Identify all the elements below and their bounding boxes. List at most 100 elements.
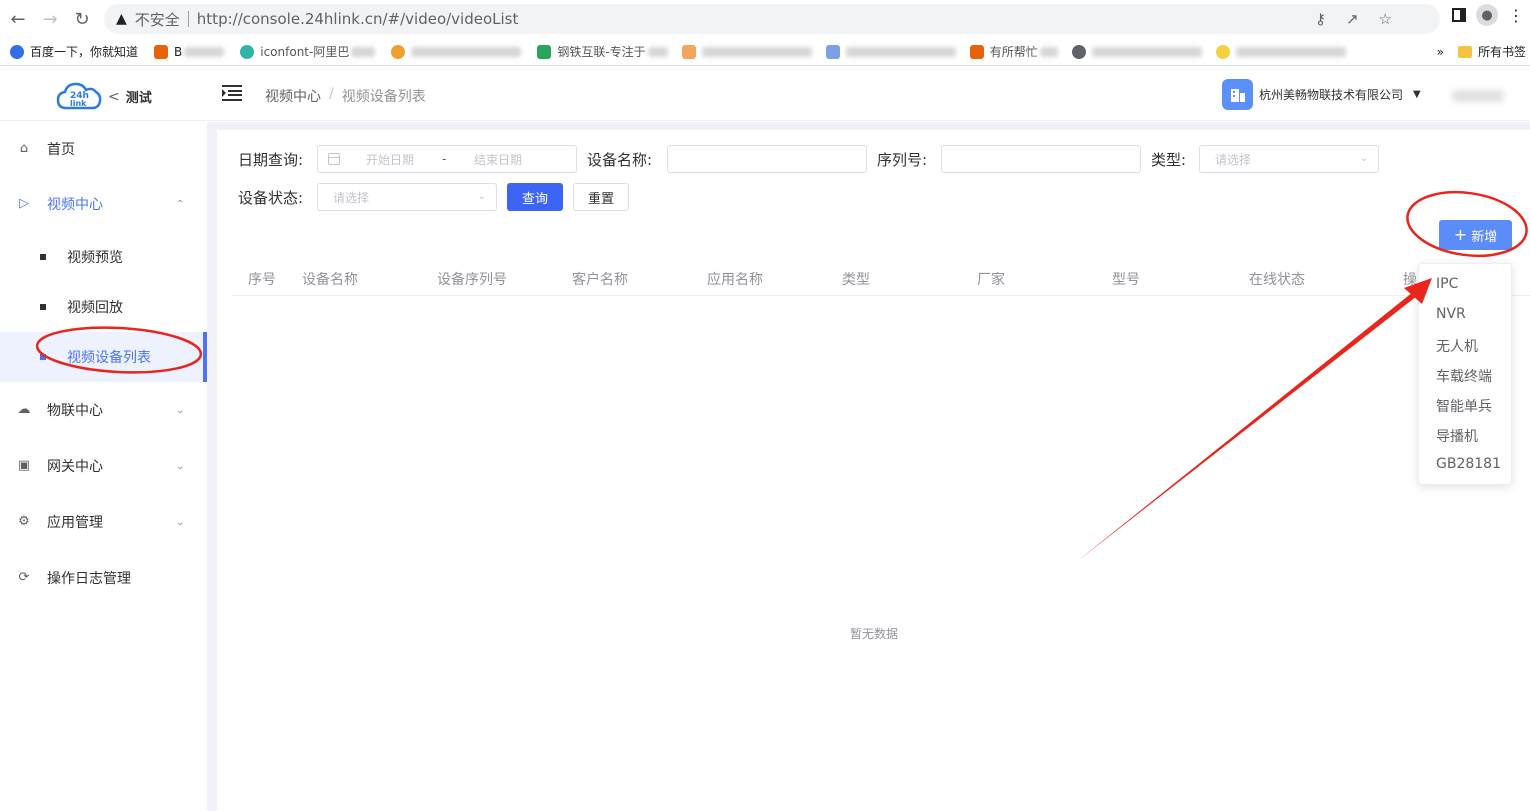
- sidebar-subitem-video-playback[interactable]: 视频回放: [0, 282, 207, 332]
- bookmark-icon: [240, 44, 255, 59]
- building-icon: [1222, 79, 1253, 110]
- sidebar-item-label: 视频回放: [67, 300, 123, 316]
- forward-icon[interactable]: →: [34, 3, 66, 35]
- column-header: 设备名称: [302, 272, 358, 288]
- reload-icon[interactable]: ↻: [66, 3, 98, 35]
- sidebar-subitem-video-preview[interactable]: 视频预览: [0, 232, 207, 282]
- bookmark-icon: [1071, 44, 1086, 59]
- breadcrumb-item: 视频设备列表: [341, 89, 426, 105]
- add-type-dropdown: IPC NVR 无人机 车载终端 智能单兵 导播机 GB28181: [1418, 263, 1512, 485]
- column-header: 序号: [248, 272, 276, 288]
- bookmarks-bar: 百度一下，你就知道 B iconfont-阿里巴 钢铁互联-专注于 有所帮忙 »…: [0, 38, 1530, 66]
- dropdown-item-ipc[interactable]: IPC: [1436, 276, 1458, 292]
- sidebar-item-iot-center[interactable]: ☁ 物联中心 ⌄: [0, 386, 207, 434]
- side-panel-icon[interactable]: [1452, 8, 1466, 22]
- chevron-down-icon: ⌄: [477, 191, 486, 202]
- dropdown-item-nvr[interactable]: NVR: [1436, 306, 1466, 322]
- bookmark-label: 有所帮忙: [989, 45, 1038, 59]
- status-select-placeholder: 请选择: [333, 190, 370, 205]
- bookmark-item[interactable]: B: [154, 44, 225, 59]
- breadcrumb: 视频中心 / 视频设备列表: [265, 86, 426, 106]
- sidebar-item-app-management[interactable]: ⚙ 应用管理 ⌄: [0, 498, 207, 546]
- sidebar-subitem-video-device-list[interactable]: 视频设备列表: [0, 332, 207, 382]
- bookmark-icon: [1215, 44, 1230, 59]
- project-switcher[interactable]: < 测试: [108, 87, 152, 107]
- bookmark-item[interactable]: [1071, 44, 1202, 59]
- profile-icon[interactable]: ●: [1476, 4, 1498, 26]
- bookmark-item[interactable]: 钢铁互联-专注于: [537, 43, 668, 60]
- sidebar-item-gateway-center[interactable]: ▣ 网关中心 ⌄: [0, 442, 207, 490]
- sidebar-item-home[interactable]: ⌂ 首页: [0, 125, 207, 173]
- bookmark-label: iconfont-阿里巴: [260, 45, 350, 59]
- column-header: 应用名称: [707, 272, 763, 288]
- add-button-label: 新增: [1471, 229, 1498, 245]
- bookmark-item[interactable]: 有所帮忙: [969, 43, 1058, 60]
- bookmark-iconfont[interactable]: iconfont-阿里巴: [240, 43, 376, 60]
- dropdown-item-drone[interactable]: 无人机: [1436, 336, 1478, 356]
- breadcrumb-item[interactable]: 视频中心: [265, 86, 321, 106]
- key-icon[interactable]: ⚷: [1315, 10, 1326, 28]
- blurred-text: [1091, 46, 1202, 57]
- sidebar-item-label: 视频预览: [67, 250, 123, 266]
- type-select[interactable]: 请选择 ⌄: [1199, 145, 1379, 173]
- iot-icon: ☁: [17, 402, 31, 417]
- home-icon: ⌂: [19, 141, 29, 156]
- menu-fold-icon[interactable]: [222, 85, 242, 101]
- dropdown-item-broadcaster[interactable]: 导播机: [1436, 426, 1478, 446]
- dropdown-item-vehicle-terminal[interactable]: 车载终端: [1436, 366, 1492, 386]
- back-icon[interactable]: ←: [2, 3, 34, 35]
- blurred-text: [411, 46, 522, 57]
- bookmark-icon: [391, 44, 406, 59]
- star-icon[interactable]: ☆: [1379, 10, 1392, 28]
- main-panel: [217, 130, 1530, 811]
- sidebar-item-label: 操作日志管理: [47, 571, 131, 587]
- bookmark-baidu[interactable]: 百度一下，你就知道: [10, 43, 138, 60]
- project-name: 测试: [125, 91, 152, 106]
- blurred-text: [184, 46, 225, 57]
- device-name-input[interactable]: [667, 145, 867, 173]
- company-name: 杭州美畅物联技术有限公司: [1259, 88, 1404, 102]
- type-label: 类型:: [1151, 151, 1187, 169]
- reset-button[interactable]: 重置: [573, 183, 629, 211]
- bookmark-label: 百度一下，你就知道: [30, 45, 139, 59]
- blurred-text: [351, 46, 376, 57]
- query-button[interactable]: 查询: [507, 183, 563, 211]
- bookmark-item[interactable]: [825, 44, 956, 59]
- user-name[interactable]: [1452, 90, 1504, 102]
- sidebar-item-label: 网关中心: [47, 459, 103, 475]
- more-bookmarks-icon[interactable]: »: [1437, 45, 1444, 59]
- menu-icon[interactable]: ⋮: [1508, 6, 1524, 25]
- dropdown-item-gb28181[interactable]: GB28181: [1436, 456, 1501, 472]
- share-icon[interactable]: ↗: [1346, 10, 1359, 28]
- company-switcher[interactable]: 杭州美畅物联技术有限公司 ▼: [1222, 79, 1421, 110]
- bookmark-icon: [969, 44, 984, 59]
- address-bar[interactable]: ▲ 不安全 http://console.24hlink.cn/#/video/…: [104, 4, 1440, 34]
- range-separator: -: [442, 152, 447, 166]
- chevron-left-icon: <: [108, 88, 120, 105]
- blurred-text: [1039, 46, 1058, 57]
- warning-icon: ▲: [116, 11, 127, 27]
- serial-number-input[interactable]: [941, 145, 1141, 173]
- blurred-text: [1235, 46, 1346, 57]
- sidebar-item-label: 视频中心: [47, 197, 103, 213]
- all-bookmarks[interactable]: 所有书签: [1457, 43, 1526, 60]
- all-bookmarks-label: 所有书签: [1477, 45, 1526, 59]
- date-range-picker[interactable]: 开始日期 - 结束日期: [317, 145, 577, 173]
- dropdown-item-smart-soldier[interactable]: 智能单兵: [1436, 396, 1492, 416]
- plus-icon: +: [1453, 225, 1468, 244]
- serial-number-label: 序列号:: [877, 151, 928, 169]
- url-text: http://console.24hlink.cn/#/video/videoL…: [196, 10, 519, 28]
- sidebar-item-label: 视频设备列表: [67, 350, 151, 366]
- add-button[interactable]: + 新增: [1439, 220, 1512, 250]
- device-status-label: 设备状态:: [238, 189, 304, 207]
- sidebar-item-video-center[interactable]: ▷ 视频中心 ⌃: [0, 180, 207, 228]
- bookmark-item[interactable]: [681, 44, 812, 59]
- device-status-select[interactable]: 请选择 ⌄: [317, 183, 497, 211]
- bookmark-item[interactable]: [391, 44, 522, 59]
- sidebar-item-operation-log[interactable]: ⟳ 操作日志管理: [0, 554, 207, 602]
- divider: [187, 11, 189, 27]
- sidebar-item-label: 应用管理: [47, 515, 103, 531]
- bullet-icon: [40, 354, 46, 360]
- bookmark-item[interactable]: [1215, 44, 1346, 59]
- column-header: 客户名称: [572, 272, 628, 288]
